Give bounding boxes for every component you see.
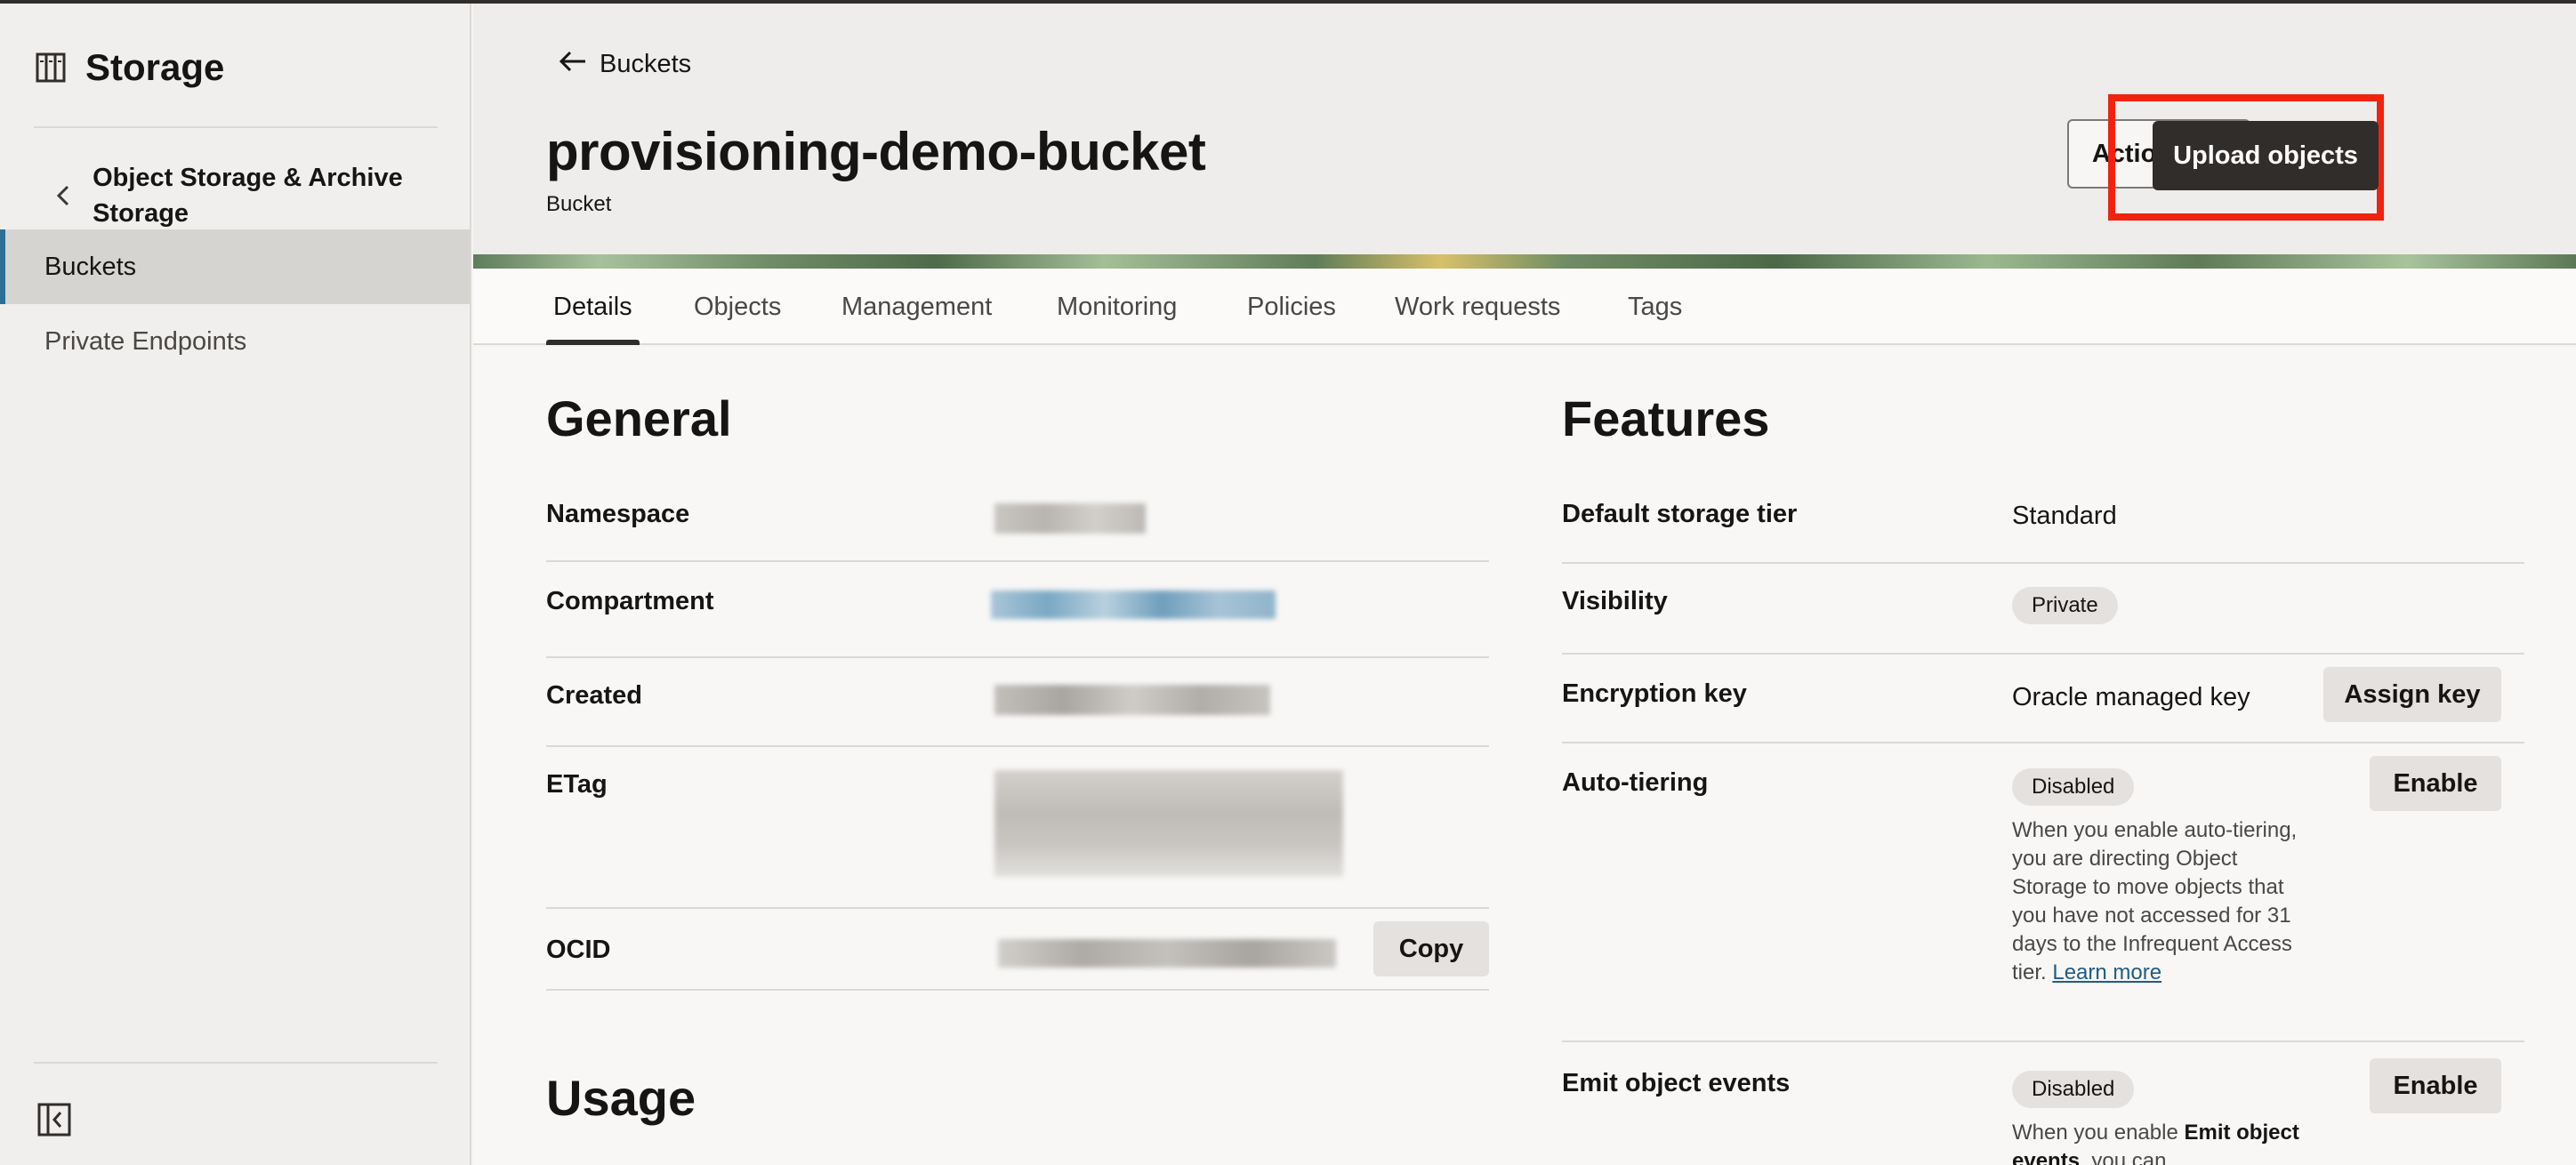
row-divider	[546, 989, 1489, 991]
sidebar-title: Storage	[85, 46, 225, 88]
visibility-badge: Private	[2012, 587, 2118, 624]
tab-monitoring[interactable]: Monitoring	[1057, 269, 1177, 345]
sidebar-item-label: Private Endpoints	[44, 326, 247, 356]
compartment-label: Compartment	[546, 587, 714, 615]
namespace-label: Namespace	[546, 500, 690, 528]
emit-events-desc-prefix: When you enable	[2012, 1121, 2178, 1145]
tab-details[interactable]: Details	[546, 269, 640, 345]
encryption-key-value: Oracle managed key	[2012, 683, 2250, 711]
storage-tier-label: Default storage tier	[1562, 500, 1798, 528]
page-subtitle: Bucket	[546, 192, 612, 216]
sidebar-header: Storage	[36, 46, 224, 89]
enable-auto-tiering-button[interactable]: Enable	[2370, 756, 2501, 811]
row-divider	[1562, 562, 2524, 564]
storage-tier-value: Standard	[2012, 502, 2117, 530]
tab-management[interactable]: Management	[841, 269, 992, 345]
page-title: provisioning-demo-bucket	[546, 122, 1206, 181]
emit-events-description: When you enable Emit object events, you …	[2012, 1119, 2306, 1165]
visibility-label: Visibility	[1562, 587, 1668, 615]
row-divider	[1562, 653, 2524, 655]
ocid-value-redacted	[998, 939, 1336, 968]
etag-value-redacted	[994, 770, 1343, 877]
sidebar-item-label: Buckets	[44, 252, 137, 281]
header-banner	[473, 254, 2576, 269]
etag-label: ETag	[546, 770, 608, 799]
general-heading: General	[546, 390, 732, 446]
emit-events-label: Emit object events	[1562, 1069, 1791, 1097]
encryption-key-label: Encryption key	[1562, 679, 1747, 708]
tab-objects[interactable]: Objects	[694, 269, 781, 345]
auto-tiering-status-badge: Disabled	[2012, 768, 2135, 806]
sidebar-back-label: Object Storage & Archive Storage	[93, 164, 403, 228]
back-link-label: Buckets	[600, 50, 692, 78]
sidebar-back-link[interactable]: Object Storage & Archive Storage	[34, 160, 452, 231]
created-label: Created	[546, 681, 642, 710]
auto-tiering-description: When you enable auto-tiering, you are di…	[2012, 816, 2306, 987]
tab-policies[interactable]: Policies	[1247, 269, 1336, 345]
row-divider	[1562, 742, 2524, 743]
sidebar-item-private-endpoints[interactable]: Private Endpoints	[0, 304, 470, 379]
auto-tiering-description-text: When you enable auto-tiering, you are di…	[2012, 818, 2298, 984]
tab-tags[interactable]: Tags	[1628, 269, 1682, 345]
assign-key-button[interactable]: Assign key	[2323, 667, 2501, 722]
tab-work-requests[interactable]: Work requests	[1395, 269, 1560, 345]
arrow-left-icon	[559, 50, 587, 79]
row-divider	[546, 745, 1489, 747]
row-divider	[546, 907, 1489, 909]
page-header: Buckets provisioning-demo-bucket Bucket …	[473, 4, 2576, 254]
row-divider	[546, 560, 1489, 562]
features-heading: Features	[1562, 390, 1770, 446]
emit-events-status-badge: Disabled	[2012, 1071, 2135, 1108]
sidebar-item-buckets[interactable]: Buckets	[0, 229, 470, 304]
ocid-label: OCID	[546, 936, 611, 964]
compartment-link-redacted[interactable]	[991, 591, 1276, 619]
usage-heading: Usage	[546, 1070, 696, 1126]
sidebar-divider	[34, 1062, 438, 1064]
copy-ocid-button[interactable]: Copy	[1373, 921, 1489, 976]
chevron-left-icon	[34, 184, 93, 207]
row-divider	[546, 656, 1489, 658]
back-to-buckets-link[interactable]: Buckets	[559, 50, 691, 79]
sidebar: Storage Object Storage & Archive Storage…	[0, 4, 471, 1165]
tab-bar: Details Objects Management Monitoring Po…	[473, 269, 2576, 345]
main-content: Buckets provisioning-demo-bucket Bucket …	[473, 4, 2576, 1165]
sidebar-divider	[34, 126, 438, 128]
collapse-sidebar-icon[interactable]	[37, 1103, 71, 1141]
learn-more-link[interactable]: Learn more	[2052, 960, 2161, 984]
details-content: General Namespace Compartment Created ET…	[473, 347, 2576, 1165]
emit-events-desc-suffix: , you can	[2080, 1149, 2167, 1165]
row-divider	[1562, 1040, 2524, 1042]
upload-objects-label: Upload objects	[2173, 141, 2358, 170]
upload-objects-button[interactable]: Upload objects	[2153, 121, 2379, 190]
storage-icon	[36, 52, 66, 83]
created-value-redacted	[994, 685, 1270, 715]
namespace-value-redacted	[994, 503, 1146, 534]
enable-emit-events-button[interactable]: Enable	[2370, 1058, 2501, 1113]
auto-tiering-label: Auto-tiering	[1562, 768, 1709, 797]
